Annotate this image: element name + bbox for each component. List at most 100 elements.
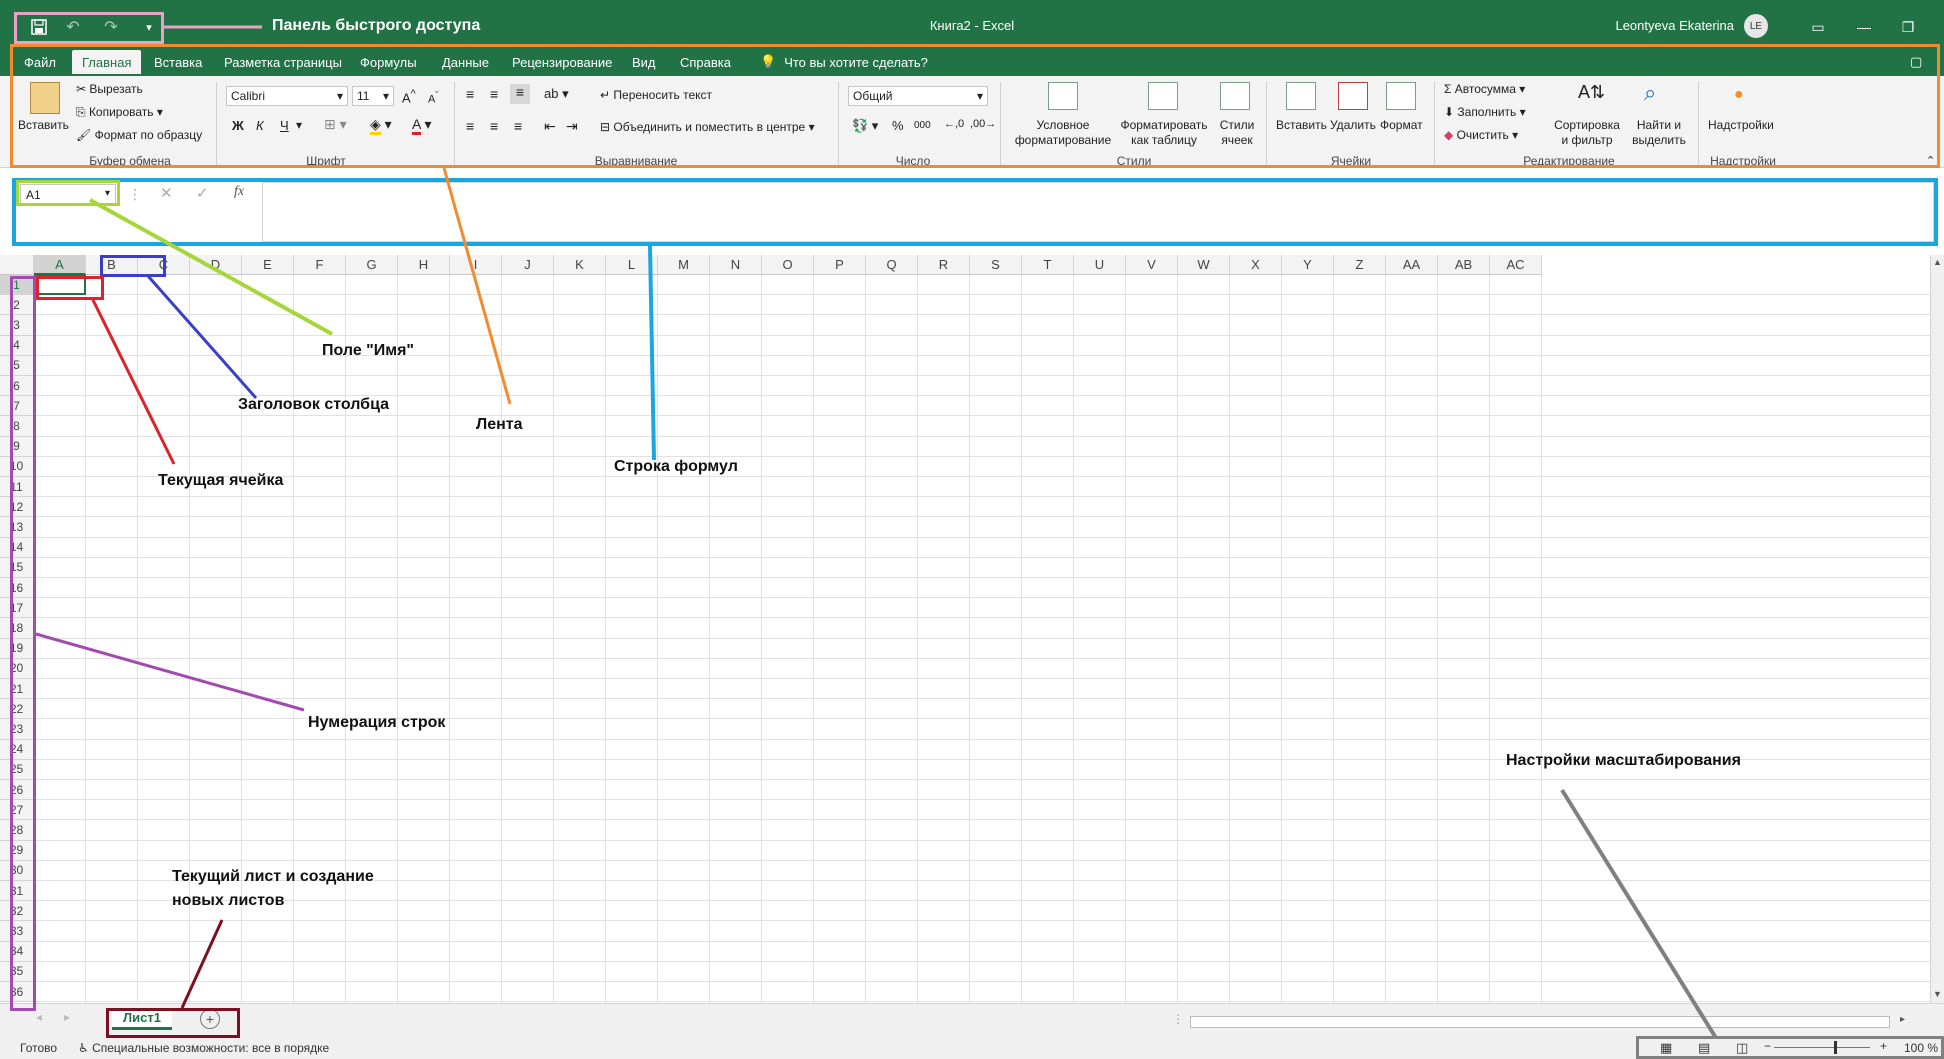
scroll-down-icon[interactable]: ▼	[1933, 989, 1942, 999]
annotation-box-zoom	[1636, 1036, 1944, 1059]
column-header-aa[interactable]: AA	[1386, 255, 1438, 275]
select-all-corner[interactable]	[0, 255, 34, 275]
grid-line	[85, 275, 86, 1003]
grid-line	[345, 275, 346, 1003]
column-header-j[interactable]: J	[502, 255, 554, 275]
grid-line	[1073, 275, 1074, 1003]
column-header-a[interactable]: A	[34, 255, 86, 275]
grid-line	[34, 859, 1930, 861]
grid-line	[34, 698, 1930, 700]
grid-line	[293, 275, 294, 1003]
column-header-n[interactable]: N	[710, 255, 762, 275]
avatar[interactable]: LE	[1744, 14, 1768, 38]
grid-line	[1541, 275, 1542, 1003]
restore-icon[interactable]: ❐	[1894, 14, 1922, 40]
grid-line	[553, 275, 554, 1003]
column-header-w[interactable]: W	[1178, 255, 1230, 275]
column-header-s[interactable]: S	[970, 255, 1022, 275]
column-header-m[interactable]: M	[658, 255, 710, 275]
annotation-quick-access: Панель быстрого доступа	[272, 17, 481, 34]
annotation-current-cell: Текущая ячейка	[158, 472, 284, 489]
grid-line	[34, 678, 1930, 679]
column-header-ab[interactable]: AB	[1438, 255, 1490, 275]
grid-line	[1021, 275, 1022, 1003]
ribbon-display-icon[interactable]: ▭	[1804, 14, 1832, 40]
grid-line	[34, 516, 1930, 518]
annotation-box-current-cell	[36, 276, 104, 300]
annotation-box-ribbon	[10, 44, 1940, 168]
grid-line	[34, 839, 1930, 841]
annotation-box-sheet-tabs	[106, 1008, 240, 1038]
grid-line	[34, 779, 1930, 780]
grid-line	[34, 375, 1930, 376]
column-header-u[interactable]: U	[1074, 255, 1126, 275]
annotation-zoom-settings: Настройки масштабирования	[1506, 752, 1741, 769]
grid-line	[709, 275, 710, 1003]
grid-line	[34, 617, 1930, 619]
column-header-x[interactable]: X	[1230, 255, 1282, 275]
grid-line	[34, 496, 1930, 498]
column-header-k[interactable]: K	[554, 255, 606, 275]
grid-line	[605, 275, 606, 1003]
grid-line	[34, 597, 1930, 599]
grid-line	[34, 981, 1930, 982]
prev-sheet-icon[interactable]: ◂	[36, 1010, 42, 1024]
column-header-t[interactable]: T	[1022, 255, 1074, 275]
grid-line	[34, 738, 1930, 740]
annotation-sheet-tabs-line2: новых листов	[172, 892, 285, 909]
annotation-box-name-box	[16, 180, 120, 206]
scroll-right-icon[interactable]: ▸	[1900, 1014, 1905, 1025]
column-header-q[interactable]: Q	[866, 255, 918, 275]
column-header-o[interactable]: O	[762, 255, 814, 275]
column-header-y[interactable]: Y	[1282, 255, 1334, 275]
column-header-ac[interactable]: AC	[1490, 255, 1542, 275]
column-header-p[interactable]: P	[814, 255, 866, 275]
annotation-sheet-tabs-line1: Текущий лист и создание	[172, 868, 374, 885]
column-header-v[interactable]: V	[1126, 255, 1178, 275]
grid-line	[34, 819, 1930, 821]
user-name[interactable]: Leontyeva Ekaterina	[1615, 18, 1734, 33]
grid-line	[1229, 275, 1230, 1003]
split-handle-icon[interactable]: ⋮	[1172, 1012, 1184, 1026]
minimize-icon[interactable]: —	[1850, 14, 1878, 40]
worksheet-grid[interactable]: A B C D E F G H I J K L M N O P Q R S T U V W X Y Z AA AB AC 1 2 3 4 5 6 7 8…	[0, 255, 1930, 1003]
column-header-g[interactable]: G	[346, 255, 398, 275]
column-header-f[interactable]: F	[294, 255, 346, 275]
vertical-scrollbar[interactable]: ▲ ▼	[1930, 255, 1944, 1003]
grid-line	[34, 637, 1930, 639]
column-header-d[interactable]: D	[190, 255, 242, 275]
grid-line	[969, 275, 970, 1003]
annotation-box-formula-bar	[12, 178, 1938, 246]
grid-line	[657, 275, 658, 1003]
horizontal-scrollbar[interactable]	[1190, 1016, 1890, 1028]
grid-line	[1385, 275, 1386, 1003]
annotation-column-header: Заголовок столбца	[238, 396, 389, 413]
annotation-formula-bar: Строка формул	[614, 458, 738, 475]
grid-line	[34, 536, 1930, 538]
grid-line	[34, 415, 1930, 417]
annotation-box-column-header	[100, 255, 166, 277]
annotation-name-box: Поле "Имя"	[322, 342, 415, 359]
grid-line	[34, 657, 1930, 659]
grid-line	[34, 476, 1930, 477]
next-sheet-icon[interactable]: ▸	[64, 1010, 70, 1024]
accessibility-status[interactable]: ♿ Специальные возможности: все в порядке	[78, 1041, 329, 1055]
scroll-up-icon[interactable]: ▲	[1933, 257, 1942, 267]
grid-line	[761, 275, 762, 1003]
grid-line	[34, 940, 1930, 942]
sheet-tab-bar: ◂ ▸ Лист1 + ⋮ ▸	[0, 1003, 1944, 1037]
grid-line	[1177, 275, 1178, 1003]
column-header-l[interactable]: L	[606, 255, 658, 275]
column-header-r[interactable]: R	[918, 255, 970, 275]
column-header-z[interactable]: Z	[1334, 255, 1386, 275]
accessibility-icon: ♿	[78, 1041, 93, 1055]
grid-line	[137, 275, 138, 1003]
column-header-i[interactable]: I	[450, 255, 502, 275]
column-header-e[interactable]: E	[242, 255, 294, 275]
annotation-ribbon: Лента	[476, 416, 523, 433]
grid-line	[813, 275, 814, 1003]
grid-line	[34, 577, 1930, 578]
column-header-h[interactable]: H	[398, 255, 450, 275]
grid-line	[34, 435, 1930, 437]
grid-line	[917, 275, 918, 1003]
